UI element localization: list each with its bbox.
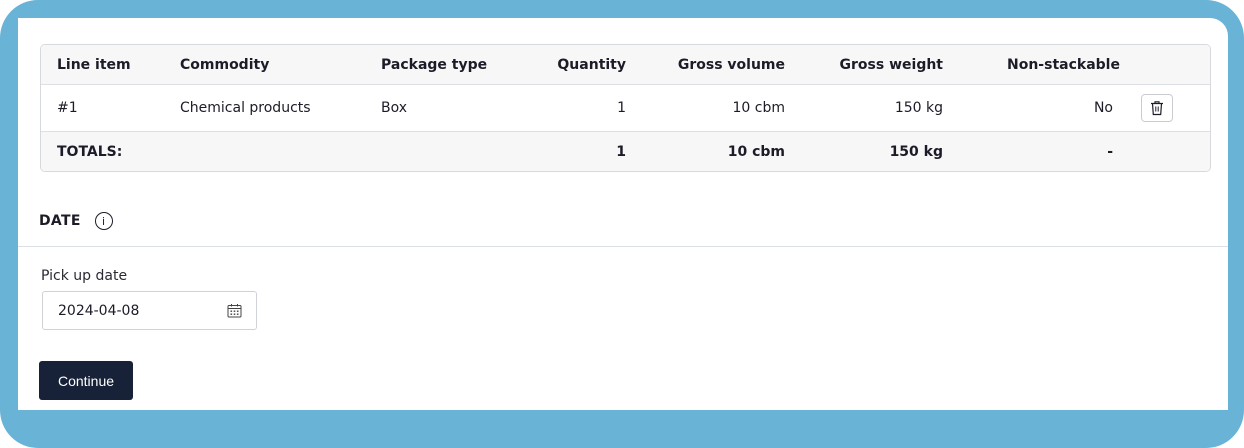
totals-gross-volume: 10 cbm	[727, 143, 785, 160]
outer-frame: Line item Commodity Package type Quantit…	[0, 0, 1244, 448]
totals-quantity: 1	[616, 143, 626, 160]
trash-icon	[1151, 101, 1163, 116]
cell-non-stackable: No	[1093, 100, 1113, 116]
cell-line-item: #1	[57, 100, 78, 116]
totals-gross-weight: 150 kg	[889, 143, 943, 160]
cell-package-type: Box	[381, 100, 408, 116]
table-row: #1 Chemical products Box 1 10 cbm 150 kg…	[41, 85, 1210, 132]
cell-gross-volume: 10 cbm	[732, 100, 786, 116]
header-commodity: Commodity	[180, 56, 270, 73]
totals-non-stackable: -	[1107, 143, 1113, 160]
delete-row-cell	[1141, 85, 1173, 131]
cargo-table: Line item Commodity Package type Quantit…	[40, 44, 1211, 172]
header-gross-volume: Gross volume	[677, 56, 785, 73]
header-gross-weight: Gross weight	[839, 56, 943, 73]
table-header-row: Line item Commodity Package type Quantit…	[41, 45, 1210, 85]
pickup-date-input[interactable]: 2024-04-08	[42, 291, 257, 330]
cell-commodity: Chemical products	[180, 100, 311, 116]
header-quantity: Quantity	[557, 56, 626, 73]
totals-label: TOTALS:	[57, 143, 123, 160]
cell-quantity: 1	[617, 100, 626, 116]
date-section-heading: DATE i	[39, 212, 113, 230]
header-line-item: Line item	[57, 56, 131, 73]
content-panel: Line item Commodity Package type Quantit…	[18, 18, 1228, 410]
calendar-icon[interactable]	[227, 303, 242, 318]
section-divider	[18, 246, 1228, 247]
continue-button[interactable]: Continue	[39, 361, 133, 400]
info-icon[interactable]: i	[94, 212, 113, 230]
date-section-title: DATE	[39, 213, 81, 229]
totals-row: TOTALS: 1 10 cbm 150 kg -	[41, 132, 1210, 171]
header-non-stackable: Non-stackable	[1007, 56, 1120, 73]
pickup-date-label: Pick up date	[41, 268, 128, 284]
pickup-date-value: 2024-04-08	[58, 302, 140, 319]
header-package-type: Package type	[381, 56, 488, 73]
cell-gross-weight: 150 kg	[894, 100, 943, 116]
delete-row-button[interactable]	[1141, 94, 1173, 122]
